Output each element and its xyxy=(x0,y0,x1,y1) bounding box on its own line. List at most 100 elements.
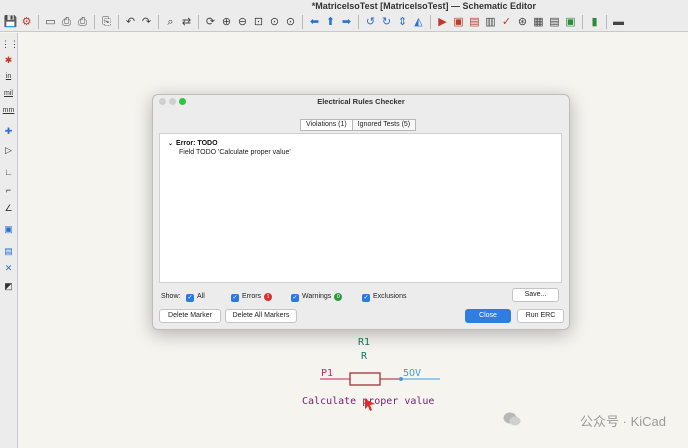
severity-filters: Show: ✓ All ✓ Errors 1 ✓ Warnings 0 ✓ Exclusio… xyxy=(161,291,561,303)
unit-inch-button[interactable]: in xyxy=(1,70,16,84)
wechat-logo-icon xyxy=(503,412,521,426)
show-label: Show: xyxy=(161,293,181,300)
filter-all[interactable]: ✓ All xyxy=(186,291,205,303)
warnings-count-badge: 0 xyxy=(334,293,343,301)
toolbar-separator xyxy=(430,15,431,29)
net-label-left[interactable]: P1 xyxy=(321,368,333,379)
checkbox-checked-icon[interactable]: ✓ xyxy=(362,294,370,302)
filter-warnings-label: Warnings xyxy=(302,293,332,300)
scripting-console-icon[interactable]: ▬ xyxy=(611,15,626,30)
hidden-pins-icon[interactable]: ▷ xyxy=(1,143,16,157)
filter-all-label: All xyxy=(197,293,205,300)
grid-icon[interactable]: ⋮⋮ xyxy=(1,37,19,51)
watermark: 公众号 · KiCad xyxy=(580,414,666,429)
schematic-setup-icon[interactable]: ⚙ xyxy=(19,15,34,30)
zoom-fit-icon[interactable]: ⊡ xyxy=(251,15,266,30)
erc-dialog: Electrical Rules Checker Violations (1) … xyxy=(152,94,570,330)
wire-angle-icon[interactable]: ∟ xyxy=(1,165,16,179)
refresh-icon[interactable]: ⟳ xyxy=(203,15,218,30)
navigate-back-icon[interactable]: ⬅ xyxy=(307,15,322,30)
violations-list[interactable]: ⌄ Error: TODO Field TODO 'Calculate prope… xyxy=(159,133,562,283)
plot-icon[interactable]: ⎙ xyxy=(75,15,90,30)
save-button[interactable]: Save... xyxy=(512,288,559,302)
close-button[interactable]: Close xyxy=(465,309,511,323)
annotate-icon[interactable]: ▤ xyxy=(467,15,482,30)
navigate-forward-icon[interactable]: ➡ xyxy=(339,15,354,30)
find-replace-icon[interactable]: ⇄ xyxy=(179,15,194,30)
mirror-vertical-icon[interactable]: ⇕ xyxy=(395,15,410,30)
symbol-editor-icon[interactable]: ▶ xyxy=(435,15,450,30)
window-title: *MatriceIsoTest [MatriceIsoTest] — Schem… xyxy=(311,1,536,11)
wire-90-icon[interactable]: ⌐ xyxy=(1,183,16,197)
tab-ignored-tests[interactable]: Ignored Tests (5) xyxy=(352,119,417,131)
window-titlebar: *MatriceIsoTest [MatriceIsoTest] — Schem… xyxy=(0,0,688,14)
undo-icon[interactable]: ↶ xyxy=(123,15,138,30)
find-icon[interactable]: ⌕ xyxy=(163,15,178,30)
paste-icon[interactable]: ⎘ xyxy=(99,15,114,30)
toolbar-separator xyxy=(358,15,359,29)
symbol-fields-table-icon[interactable]: ▦ xyxy=(531,15,546,30)
tab-violations[interactable]: Violations (1) xyxy=(300,119,353,131)
filter-warnings[interactable]: ✓ Warnings 0 xyxy=(291,291,343,303)
properties-icon[interactable]: ▣ xyxy=(1,222,16,236)
delete-marker-button[interactable]: Delete Marker xyxy=(159,309,221,323)
print-icon[interactable]: ⎙ xyxy=(59,15,74,30)
checkbox-checked-icon[interactable]: ✓ xyxy=(231,294,239,302)
zoom-selection-icon[interactable]: ⊙ xyxy=(283,15,298,30)
unit-mm-button[interactable]: mm xyxy=(1,104,16,118)
zoom-in-icon[interactable]: ⊕ xyxy=(219,15,234,30)
erc-marker-icon[interactable] xyxy=(364,398,376,412)
page-settings-icon[interactable]: ▭ xyxy=(43,15,58,30)
chevron-down-icon[interactable]: ⌄ xyxy=(168,141,173,147)
checkbox-checked-icon[interactable]: ✓ xyxy=(186,294,194,302)
zoom-out-icon[interactable]: ⊖ xyxy=(235,15,250,30)
erc-markers-icon[interactable]: ✱ xyxy=(1,53,16,67)
hierarchy-icon[interactable]: ▤ xyxy=(1,244,16,258)
filter-errors-label: Errors xyxy=(242,293,262,300)
save-icon[interactable]: 💾 xyxy=(3,15,18,30)
library-icon[interactable]: ◩ xyxy=(1,279,16,293)
value-field[interactable]: R xyxy=(361,351,367,362)
redo-icon[interactable]: ↷ xyxy=(139,15,154,30)
resistor-body xyxy=(349,372,381,386)
toolbar-separator xyxy=(118,15,119,29)
tools-icon[interactable]: ✕ xyxy=(1,261,16,275)
navigate-up-icon[interactable]: ⬆ xyxy=(323,15,338,30)
erc-icon[interactable]: ✓ xyxy=(499,15,514,30)
toolbar-separator xyxy=(302,15,303,29)
resistor-symbol[interactable] xyxy=(315,368,445,390)
filter-errors[interactable]: ✓ Errors 1 xyxy=(231,291,273,303)
update-pcb-icon[interactable]: ▣ xyxy=(563,15,578,30)
unit-mil-button[interactable]: mil xyxy=(1,87,16,101)
toolbar-separator xyxy=(582,15,583,29)
bom-icon[interactable]: ▤ xyxy=(547,15,562,30)
toolbar-separator xyxy=(94,15,95,29)
reference-designator[interactable]: R1 xyxy=(358,337,370,348)
cursor-icon[interactable]: ✚ xyxy=(1,124,16,138)
violation-item[interactable]: ⌄ Error: TODO xyxy=(168,140,218,147)
violation-heading: Error: TODO xyxy=(176,140,218,147)
top-toolbar: 💾 ⚙ ▭ ⎙ ⎙ ⎘ ↶ ↷ ⌕ ⇄ ⟳ ⊕ ⊖ ⊡ ⊙ ⊙ ⬅ ⬆ ➡ ↺ … xyxy=(0,13,688,32)
filter-exclusions[interactable]: ✓ Exclusions xyxy=(362,291,406,303)
toolbar-separator xyxy=(198,15,199,29)
filter-exclusions-label: Exclusions xyxy=(373,293,407,300)
annotation-icon[interactable]: ▥ xyxy=(483,15,498,30)
violation-detail[interactable]: Field TODO 'Calculate proper value' xyxy=(179,149,291,156)
wire-45-icon[interactable]: ∠ xyxy=(1,201,16,215)
footprint-assign-icon[interactable]: ⊛ xyxy=(515,15,530,30)
dialog-tabs: Violations (1) Ignored Tests (5) xyxy=(300,119,417,131)
toolbar-separator xyxy=(606,15,607,29)
net-label-right[interactable]: 5OV xyxy=(403,368,421,379)
mirror-horizontal-icon[interactable]: ◭ xyxy=(411,15,426,30)
errors-count-badge: 1 xyxy=(264,293,273,301)
symbol-browser-icon[interactable]: ▣ xyxy=(451,15,466,30)
rotate-ccw-icon[interactable]: ↺ xyxy=(363,15,378,30)
open-pcb-icon[interactable]: ▮ xyxy=(587,15,602,30)
rotate-cw-icon[interactable]: ↻ xyxy=(379,15,394,30)
delete-all-markers-button[interactable]: Delete All Markers xyxy=(225,309,297,323)
checkbox-checked-icon[interactable]: ✓ xyxy=(291,294,299,302)
run-erc-button[interactable]: Run ERC xyxy=(517,309,564,323)
left-toolbar: ⋮⋮ ✱ in mil mm ✚ ▷ ∟ ⌐ ∠ ▣ ▤ ✕ ◩ xyxy=(0,33,19,448)
zoom-objects-icon[interactable]: ⊙ xyxy=(267,15,282,30)
dialog-title: Electrical Rules Checker xyxy=(317,97,405,106)
